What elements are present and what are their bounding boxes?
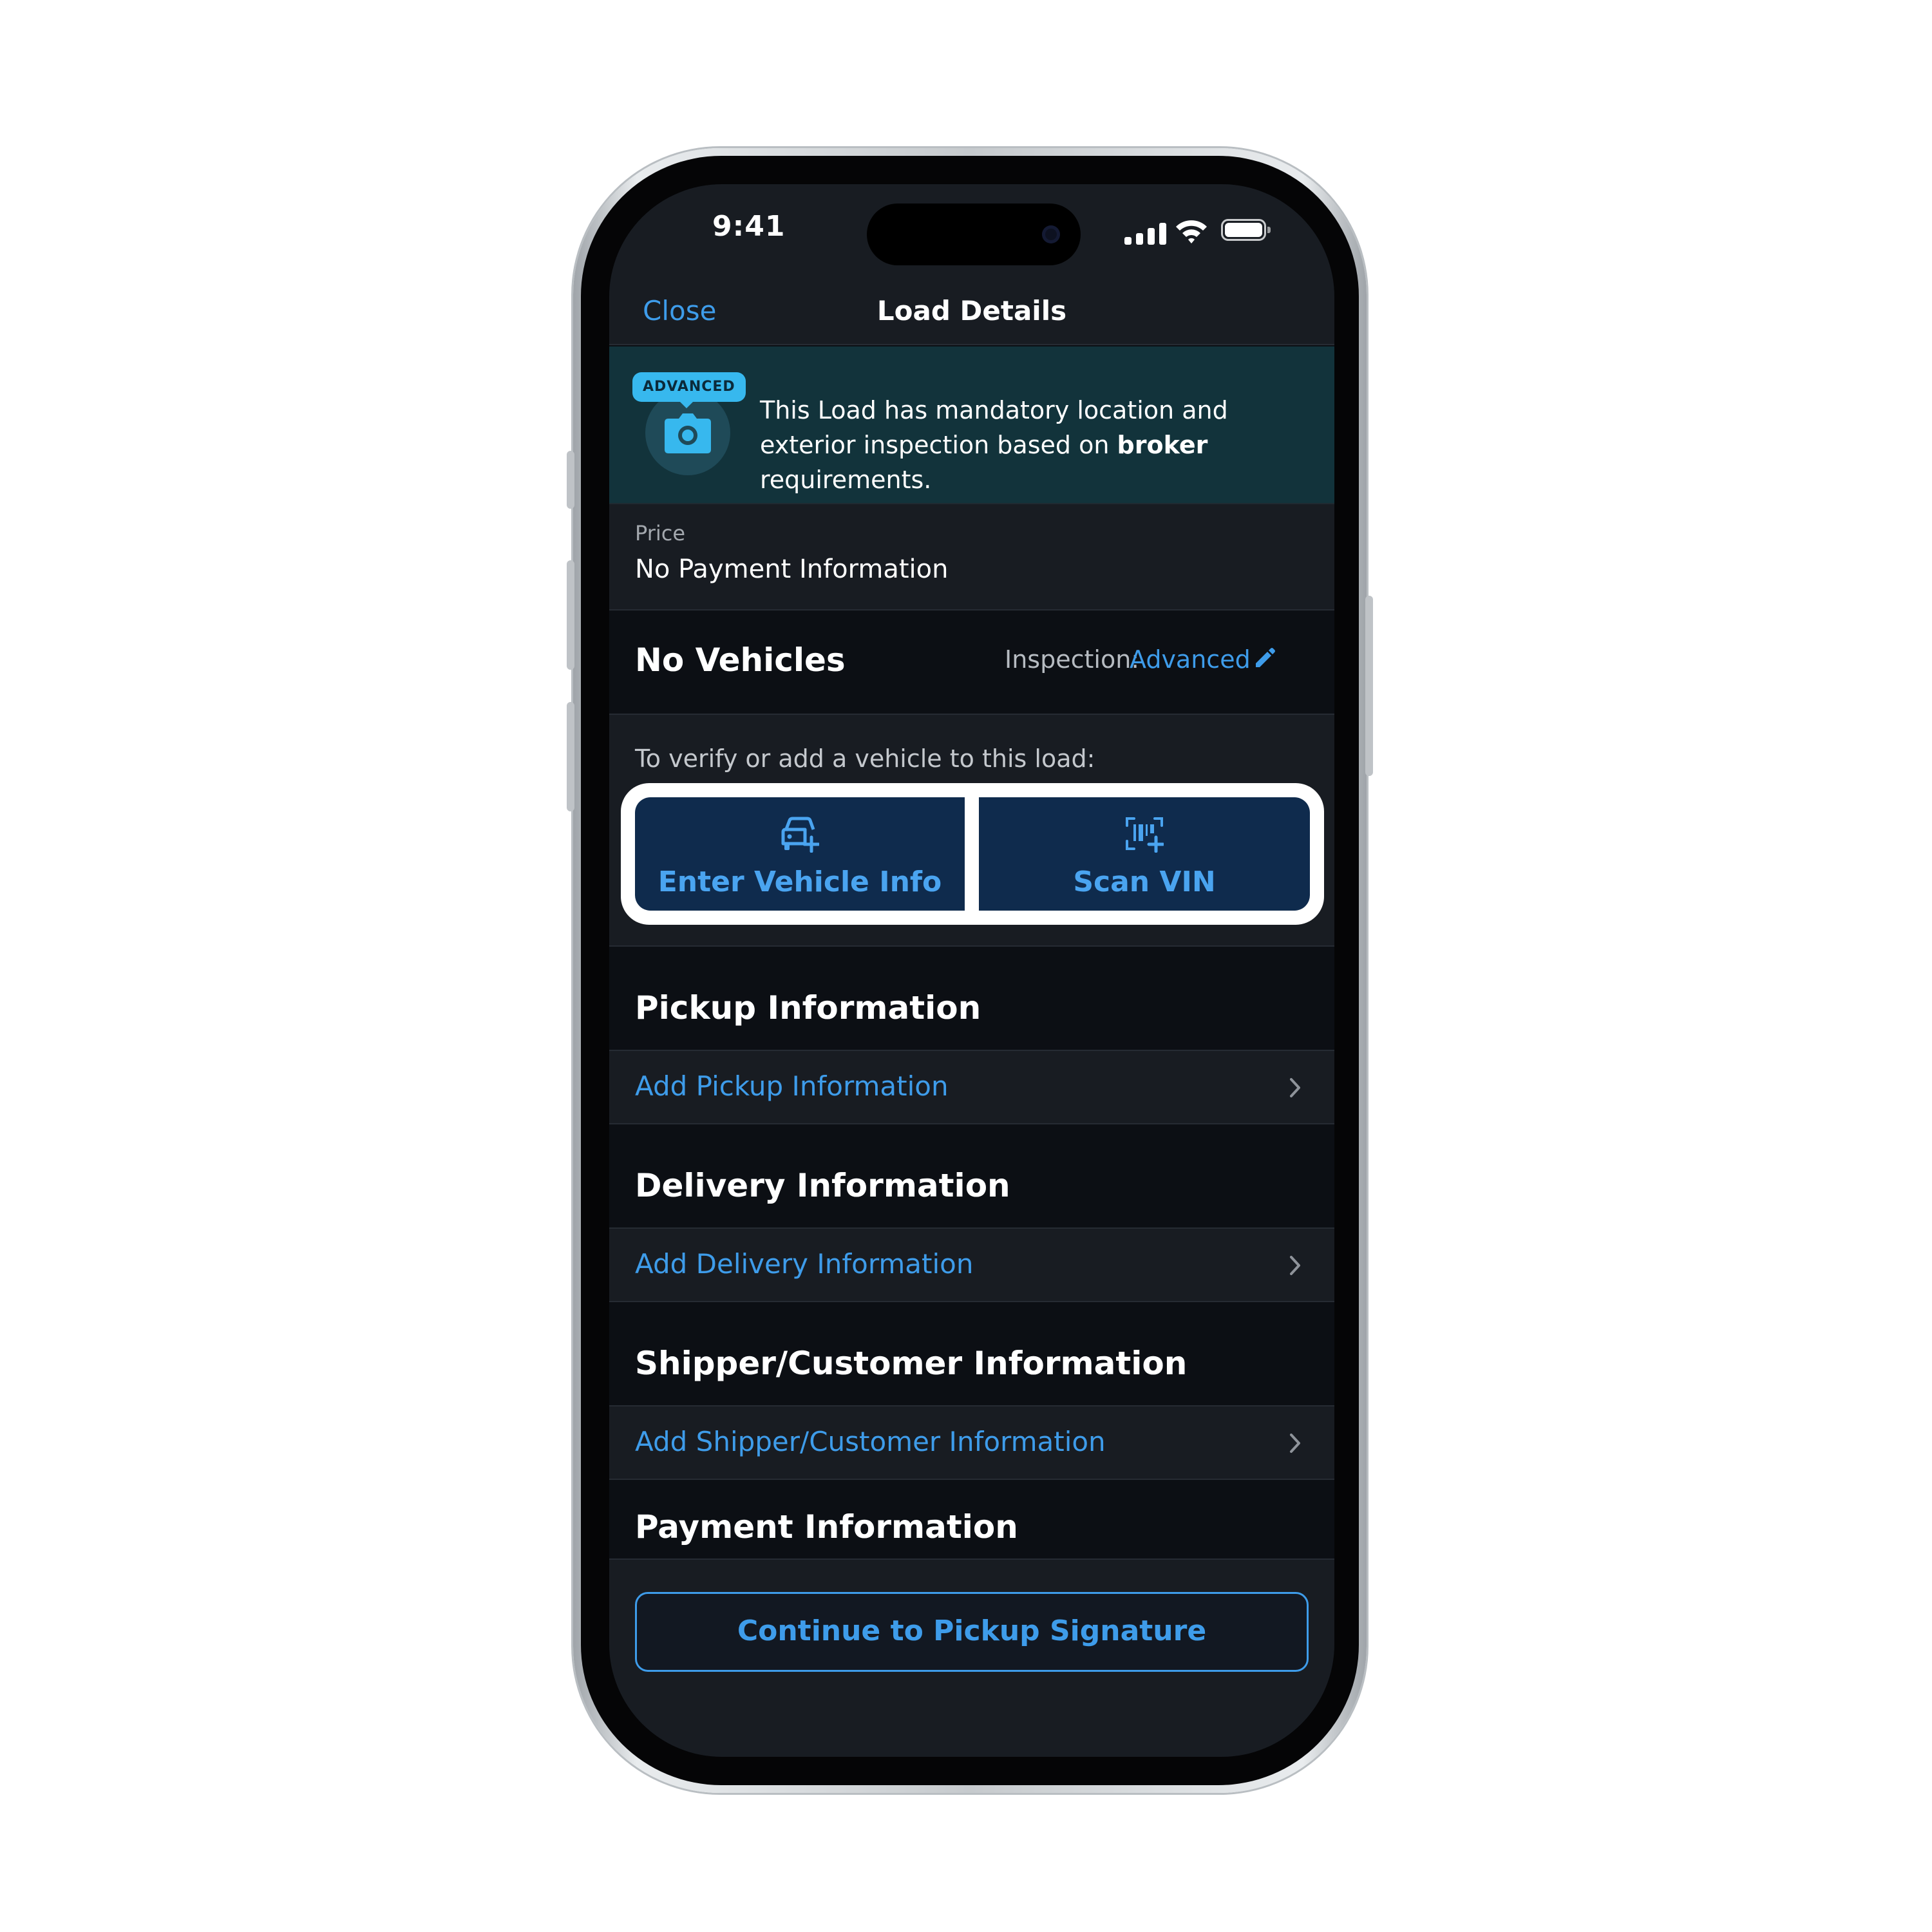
inspection-banner: ADVANCED This Load has mandatory locatio… (609, 346, 1334, 504)
enter-vehicle-info-button[interactable]: Enter Vehicle Info (635, 797, 965, 911)
action-button (567, 451, 574, 509)
status-bar: 9:41 (609, 184, 1334, 274)
price-row: Price No Payment Information (609, 504, 1334, 611)
front-camera-icon (1042, 225, 1060, 243)
payment-section-title: Payment Information (635, 1508, 1018, 1546)
page-title: Load Details (876, 295, 1067, 327)
shipper-section-header: Shipper/Customer Information (609, 1302, 1334, 1405)
chevron-right-icon (1290, 1256, 1300, 1275)
inspection-level-link[interactable]: Advanced (1130, 645, 1251, 674)
add-delivery-row[interactable]: Add Delivery Information (609, 1227, 1334, 1302)
continue-to-pickup-signature-button[interactable]: Continue to Pickup Signature (635, 1592, 1309, 1672)
price-label: Price (635, 521, 686, 545)
advanced-badge: ADVANCED (632, 372, 746, 408)
scan-vin-label: Scan VIN (1073, 866, 1216, 898)
scan-vin-button[interactable]: Scan VIN (979, 797, 1310, 911)
add-pickup-row[interactable]: Add Pickup Information (609, 1050, 1334, 1124)
vehicles-header: No Vehicles Inspection: Advanced (609, 611, 1334, 714)
wifi-icon (1176, 220, 1207, 243)
add-shipper-link[interactable]: Add Shipper/Customer Information (635, 1426, 1106, 1457)
shipper-section-title: Shipper/Customer Information (635, 1345, 1188, 1382)
inspection-label: Inspection: (1005, 645, 1140, 674)
phone-screen: 9:41 Close Load Details ADVANCED This Lo… (609, 184, 1334, 1757)
add-delivery-link[interactable]: Add Delivery Information (635, 1248, 973, 1280)
add-vehicle-instructions: To verify or add a vehicle to this load: (635, 744, 1095, 773)
navigation-bar: Close Load Details (609, 274, 1334, 345)
price-value: No Payment Information (635, 554, 949, 584)
continue-button-label: Continue to Pickup Signature (737, 1615, 1207, 1647)
car-plus-icon (781, 817, 819, 853)
pencil-icon[interactable] (1253, 647, 1276, 670)
volume-down-button (567, 702, 574, 811)
chevron-right-icon (1290, 1434, 1300, 1453)
delivery-section-title: Delivery Information (635, 1167, 1010, 1204)
camera-icon (665, 413, 711, 453)
status-time: 9:41 (712, 210, 786, 243)
enter-vehicle-info-label: Enter Vehicle Info (658, 866, 942, 898)
pickup-section-header: Pickup Information (609, 947, 1334, 1050)
battery-icon (1221, 219, 1271, 241)
power-button (1365, 596, 1373, 776)
pickup-section-title: Pickup Information (635, 989, 981, 1027)
add-pickup-link[interactable]: Add Pickup Information (635, 1070, 949, 1102)
banner-text-bold: broker (1117, 431, 1208, 459)
bottom-action-bar: Continue to Pickup Signature (609, 1558, 1334, 1757)
banner-message: This Load has mandatory location and ext… (760, 393, 1314, 497)
payment-section-header: Payment Information (609, 1480, 1334, 1558)
vehicles-title: No Vehicles (635, 641, 846, 679)
chevron-right-icon (1290, 1078, 1300, 1097)
add-vehicle-highlight: Enter Vehicle Info Scan VIN (621, 783, 1324, 925)
cellular-signal-icon (1124, 222, 1167, 245)
delivery-section-header: Delivery Information (609, 1124, 1334, 1227)
banner-text-part: requirements. (760, 466, 932, 494)
add-shipper-row[interactable]: Add Shipper/Customer Information (609, 1405, 1334, 1480)
barcode-scan-icon (1126, 817, 1164, 853)
add-vehicle-section: To verify or add a vehicle to this load:… (609, 714, 1334, 947)
volume-up-button (567, 560, 574, 670)
dynamic-island (867, 204, 1081, 265)
